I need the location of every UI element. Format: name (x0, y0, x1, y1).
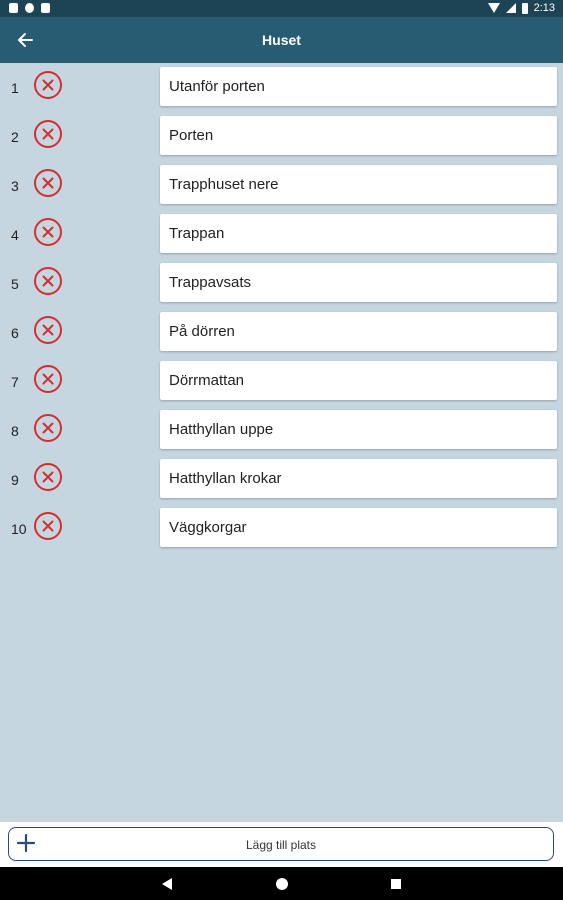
row-number: 3 (11, 178, 19, 194)
list-item: 4 Trappan (0, 210, 563, 253)
close-icon (42, 422, 54, 434)
list-item: 5 Trappavsats (0, 259, 563, 302)
add-place-label: Lägg till plats (245, 838, 317, 852)
place-name-field[interactable]: Hatthyllan krokar (160, 459, 557, 498)
sd-card-icon (41, 3, 50, 13)
delete-button[interactable] (34, 414, 62, 442)
close-icon (42, 275, 54, 287)
delete-button[interactable] (34, 218, 62, 246)
signal-icon (505, 3, 516, 13)
delete-button[interactable] (34, 120, 62, 148)
delete-button[interactable] (34, 463, 62, 491)
list-item: 9 Hatthyllan krokar (0, 455, 563, 498)
row-number: 8 (11, 423, 19, 439)
place-name-field[interactable]: Hatthyllan uppe (160, 410, 557, 449)
delete-button[interactable] (34, 316, 62, 344)
place-name-field[interactable]: Trapphuset nere (160, 165, 557, 204)
nav-home-icon[interactable] (276, 878, 288, 890)
notification-icons (9, 3, 50, 13)
row-number: 9 (11, 472, 19, 488)
wifi-icon (487, 3, 500, 13)
delete-button[interactable] (34, 365, 62, 393)
delete-button[interactable] (34, 71, 62, 99)
place-name-field[interactable]: På dörren (160, 312, 557, 351)
close-icon (42, 226, 54, 238)
add-place-button[interactable]: Lägg till plats (8, 827, 554, 861)
row-number: 10 (11, 521, 27, 537)
place-name-field[interactable]: Utanför porten (160, 67, 557, 106)
close-icon (42, 324, 54, 336)
notification-icon (9, 3, 18, 13)
place-name-field[interactable]: Trappavsats (160, 263, 557, 302)
status-bar: 2:13 (0, 0, 563, 17)
bottom-bar: Lägg till plats (0, 822, 563, 867)
nav-recents-icon[interactable] (391, 879, 401, 889)
delete-button[interactable] (34, 169, 62, 197)
system-nav-bar (0, 867, 563, 900)
list-item: 7 Dörrmattan (0, 357, 563, 400)
system-icons: 2:13 (487, 2, 555, 14)
page-title: Huset (262, 32, 301, 48)
close-icon (42, 471, 54, 483)
row-number: 7 (11, 374, 19, 390)
list-item: 6 På dörren (0, 308, 563, 351)
place-name-field[interactable]: Dörrmattan (160, 361, 557, 400)
delete-button[interactable] (34, 267, 62, 295)
delete-button[interactable] (34, 512, 62, 540)
list-item: 8 Hatthyllan uppe (0, 406, 563, 449)
place-name-field[interactable]: Trappan (160, 214, 557, 253)
list-item: 3 Trapphuset nere (0, 161, 563, 204)
nav-back-icon[interactable] (162, 878, 172, 890)
battery-icon (521, 2, 528, 14)
close-icon (42, 128, 54, 140)
row-number: 1 (11, 80, 19, 96)
close-icon (42, 520, 54, 532)
app-bar: Huset (0, 17, 563, 63)
row-number: 5 (11, 276, 19, 292)
row-number: 4 (11, 227, 19, 243)
close-icon (42, 79, 54, 91)
list-item: 10 Väggkorgar (0, 504, 563, 547)
settings-icon (25, 3, 34, 13)
row-number: 2 (11, 129, 19, 145)
status-time: 2:13 (533, 2, 555, 14)
close-icon (42, 373, 54, 385)
row-number: 6 (11, 325, 19, 341)
list-item: 1 Utanför porten (0, 63, 563, 106)
place-name-field[interactable]: Väggkorgar (160, 508, 557, 547)
close-icon (42, 177, 54, 189)
list-item: 2 Porten (0, 112, 563, 155)
place-name-field[interactable]: Porten (160, 116, 557, 155)
